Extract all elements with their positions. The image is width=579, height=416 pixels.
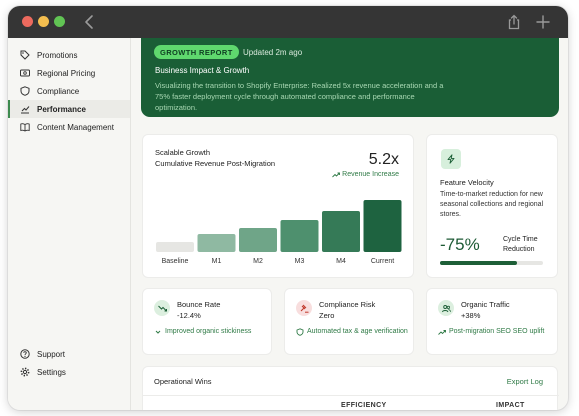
metric-title: Bounce Rate — [177, 300, 221, 309]
tick-label-m1: M1 — [212, 258, 222, 265]
organic-traffic-card: Organic Traffic +38% Post-migration SEO … — [426, 288, 558, 355]
bar-m1 — [197, 234, 236, 252]
tick-label-baseline: Baseline — [162, 258, 189, 265]
metric-note-text: Automated tax & age verification — [307, 328, 408, 335]
bar-current — [363, 200, 402, 252]
sidebar-item-label: Support — [37, 349, 66, 359]
sidebar-item-label: Compliance — [37, 86, 80, 96]
app-window: Promotions Regional Pricing Compliance P… — [8, 6, 568, 410]
plus-icon[interactable] — [535, 14, 551, 30]
back-icon[interactable] — [82, 14, 98, 30]
trend-up-icon — [332, 172, 341, 177]
tag-icon — [20, 50, 30, 60]
growth-title: Scalable Growth — [155, 148, 211, 157]
bar-m2 — [239, 228, 277, 252]
feature-velocity-card: Feature Velocity Time-to-market reductio… — [426, 134, 558, 278]
chart-icon — [21, 106, 30, 114]
users-icon — [438, 300, 454, 316]
sidebar-item-label: Regional Pricing — [37, 68, 96, 78]
revenue-increase-text: Revenue Increase — [342, 171, 399, 178]
revenue-increase-label: Revenue Increase — [332, 171, 399, 178]
metric-note: Post-migration SEO SEO uplift — [438, 327, 554, 337]
export-log-link[interactable]: Export Log — [507, 377, 543, 386]
sidebar-item-support[interactable]: Support — [8, 345, 130, 363]
sidebar-item-content-management[interactable]: Content Management — [8, 118, 130, 136]
trend-down-icon — [154, 300, 170, 316]
scalable-growth-card: Baseline M1 M2 M3 M4 Current Scalable Growth … — [142, 134, 414, 278]
operational-wins-card: Operational Wins Export Log EFFICIENCY I… — [142, 366, 559, 410]
banner-title: Business Impact & Growth — [155, 66, 250, 75]
banner-description: Visualizing the transition to Shopify En… — [155, 81, 444, 112]
cash-icon — [20, 69, 30, 77]
sidebar: Promotions Regional Pricing Compliance P… — [8, 38, 131, 410]
updated-timestamp: Updated 2m ago — [243, 48, 303, 57]
metric-value: -12.4% — [177, 311, 201, 320]
gear-icon — [20, 367, 30, 377]
minimize-window-button[interactable] — [38, 16, 49, 27]
shield-icon — [20, 86, 30, 96]
cycle-time-progress-bar — [440, 261, 543, 265]
sidebar-item-settings[interactable]: Settings — [8, 363, 130, 381]
close-window-button[interactable] — [22, 16, 33, 27]
column-header-impact: IMPACT — [496, 402, 525, 409]
sidebar-item-performance[interactable]: Performance — [8, 100, 130, 118]
metric-note: Automated tax & age verification — [296, 327, 412, 337]
tick-label-current: Current — [371, 258, 394, 265]
divider — [143, 395, 559, 396]
tick-label-m2: M2 — [253, 258, 263, 265]
trend-up-icon — [438, 330, 446, 335]
growth-report-banner: GROWTH REPORT Updated 2m ago Business Im… — [141, 38, 559, 117]
bounce-rate-card: Bounce Rate -12.4% Improved organic stic… — [142, 288, 272, 355]
title-bar — [8, 6, 568, 38]
metric-title: Organic Traffic — [461, 300, 510, 309]
velocity-title: Feature Velocity — [440, 178, 494, 187]
chevron-down-icon — [155, 330, 161, 334]
growth-subtitle: Cumulative Revenue Post-Migration — [155, 159, 276, 168]
gavel-icon — [296, 300, 312, 316]
sidebar-item-compliance[interactable]: Compliance — [8, 82, 130, 100]
sidebar-item-label: Performance — [37, 104, 86, 114]
growth-report-badge: GROWTH REPORT — [154, 45, 239, 59]
lightning-icon — [441, 149, 461, 169]
sidebar-item-label: Content Management — [37, 122, 114, 132]
help-icon — [20, 349, 30, 359]
shield-check-icon — [296, 328, 304, 336]
metric-value: Zero — [319, 311, 335, 320]
cycle-time-value: -75% — [440, 235, 480, 254]
metric-note: Improved organic stickiness — [154, 327, 270, 337]
sidebar-item-label: Promotions — [37, 50, 78, 60]
maximize-window-button[interactable] — [54, 16, 65, 27]
compliance-risk-card: Compliance Risk Zero Automated tax & age… — [284, 288, 414, 355]
column-header-efficiency: EFFICIENCY — [341, 402, 387, 409]
main-content: GROWTH REPORT Updated 2m ago Business Im… — [132, 38, 568, 410]
sidebar-item-regional-pricing[interactable]: Regional Pricing — [8, 64, 130, 82]
operational-wins-title: Operational Wins — [154, 377, 212, 386]
bar-baseline — [156, 242, 194, 252]
cycle-time-progress-fill — [440, 261, 518, 265]
metric-title: Compliance Risk — [319, 300, 376, 309]
metric-note-text: Improved organic stickiness — [165, 328, 252, 335]
metric-note-text: Post-migration SEO SEO uplift — [449, 328, 545, 335]
bar-m4 — [322, 211, 360, 252]
cycle-time-label: Cycle Time Reduction — [503, 236, 538, 253]
revenue-multiplier: 5.2x — [368, 151, 399, 168]
tick-label-m3: M3 — [295, 258, 305, 265]
sidebar-item-label: Settings — [37, 367, 66, 377]
velocity-description: Time-to-market reduction for new seasona… — [440, 191, 544, 218]
book-icon — [20, 123, 30, 132]
share-icon[interactable] — [506, 14, 522, 30]
metric-value: +38% — [461, 311, 481, 320]
sidebar-item-promotions[interactable]: Promotions — [8, 46, 130, 64]
tick-label-m4: M4 — [336, 258, 346, 265]
bar-m3 — [280, 220, 319, 252]
